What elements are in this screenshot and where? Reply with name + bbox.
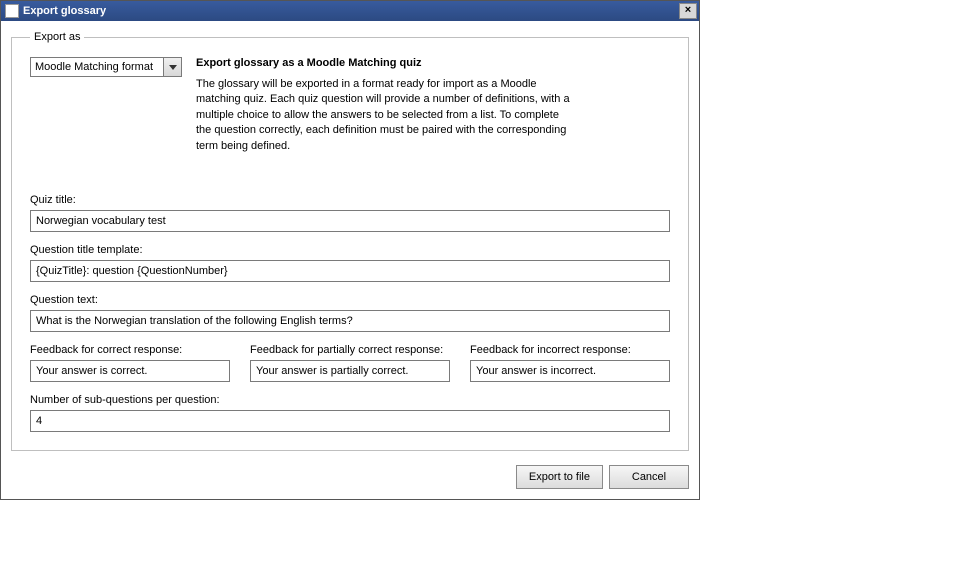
question-text-label: Question text: — [30, 294, 670, 306]
group-legend: Export as — [30, 31, 84, 43]
description-body: The glossary will be exported in a forma… — [196, 77, 576, 154]
description-heading: Export glossary as a Moodle Matching qui… — [196, 57, 670, 69]
feedback-correct-input[interactable] — [30, 360, 230, 382]
export-glossary-dialog: Export glossary × Export as Moodle Match… — [0, 0, 700, 500]
feedback-correct-label: Feedback for correct response: — [30, 344, 230, 356]
close-button[interactable]: × — [679, 3, 697, 19]
feedback-partial-label: Feedback for partially correct response: — [250, 344, 450, 356]
feedback-partial-field: Feedback for partially correct response: — [250, 344, 450, 382]
quiz-title-field: Quiz title: — [30, 194, 670, 232]
format-select-value[interactable]: Moodle Matching format — [30, 57, 164, 77]
app-icon — [5, 4, 19, 18]
question-title-template-label: Question title template: — [30, 244, 670, 256]
question-title-template-field: Question title template: — [30, 244, 670, 282]
dialog-content: Export as Moodle Matching format Export … — [1, 21, 699, 459]
format-description: Export glossary as a Moodle Matching qui… — [196, 57, 670, 154]
quiz-title-input[interactable] — [30, 210, 670, 232]
window-title: Export glossary — [23, 5, 679, 17]
cancel-button[interactable]: Cancel — [609, 465, 689, 489]
quiz-title-label: Quiz title: — [30, 194, 670, 206]
chevron-down-icon[interactable] — [164, 57, 182, 77]
export-to-file-button[interactable]: Export to file — [516, 465, 603, 489]
export-as-group: Export as Moodle Matching format Export … — [11, 31, 689, 451]
feedback-correct-field: Feedback for correct response: — [30, 344, 230, 382]
feedback-row: Feedback for correct response: Feedback … — [30, 344, 670, 382]
dialog-button-row: Export to file Cancel — [1, 459, 699, 499]
question-text-field: Question text: — [30, 294, 670, 332]
feedback-incorrect-label: Feedback for incorrect response: — [470, 344, 670, 356]
format-select[interactable]: Moodle Matching format — [30, 57, 182, 77]
feedback-incorrect-input[interactable] — [470, 360, 670, 382]
num-subquestions-label: Number of sub-questions per question: — [30, 394, 670, 406]
feedback-incorrect-field: Feedback for incorrect response: — [470, 344, 670, 382]
num-subquestions-input[interactable] — [30, 410, 670, 432]
question-text-input[interactable] — [30, 310, 670, 332]
feedback-partial-input[interactable] — [250, 360, 450, 382]
question-title-template-input[interactable] — [30, 260, 670, 282]
num-subquestions-field: Number of sub-questions per question: — [30, 394, 670, 432]
titlebar: Export glossary × — [1, 1, 699, 21]
format-and-description-row: Moodle Matching format Export glossary a… — [30, 57, 670, 154]
